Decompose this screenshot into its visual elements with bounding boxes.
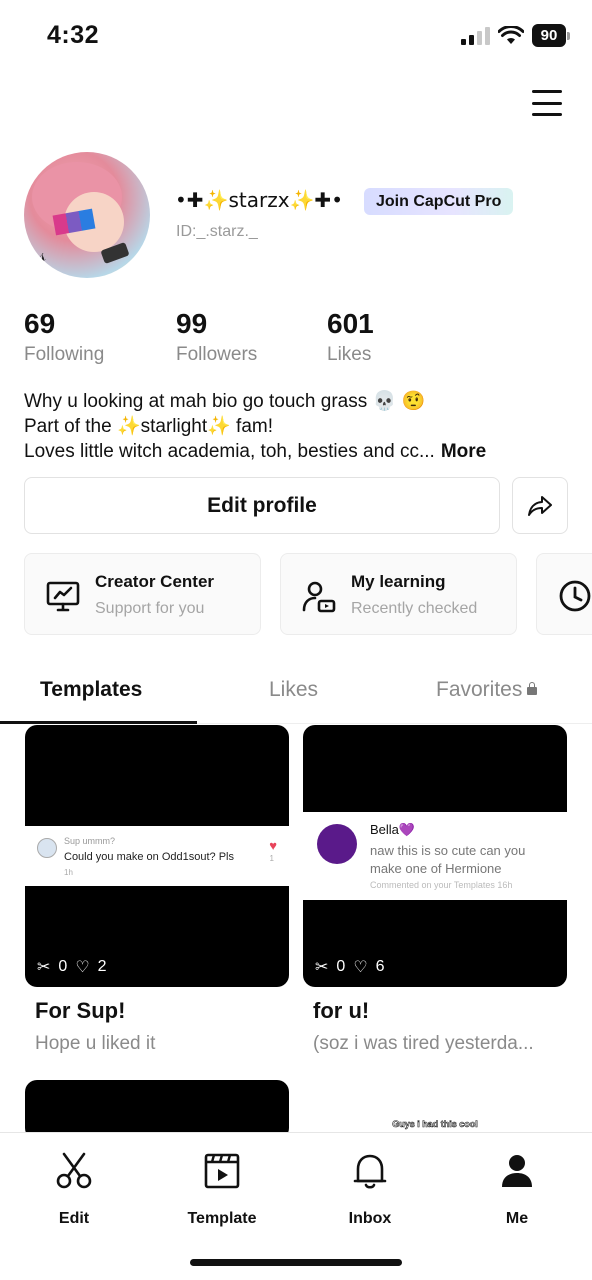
clock-icon [559, 580, 591, 612]
menu-icon[interactable] [532, 90, 562, 116]
nav-edit[interactable]: Edit [24, 1151, 124, 1228]
share-profile-button[interactable] [512, 477, 568, 534]
avatar[interactable]: 𝓈 [24, 152, 150, 278]
status-time: 4:32 [47, 21, 100, 49]
scissors-icon [56, 1152, 92, 1189]
my-learning-card[interactable]: My learning Recently checked [280, 553, 517, 635]
template-subtitle: Hope u liked it [35, 1033, 156, 1054]
stat-label: Following [24, 344, 105, 365]
stat-label: Followers [176, 344, 258, 365]
wifi-icon [498, 25, 524, 44]
comment-preview: Sup ummm? Could you make on Odd1sout? Pl… [25, 826, 289, 886]
comment-author: Sup ummm? [64, 836, 116, 846]
scissors-icon: ✂ [37, 959, 51, 976]
template-thumbnail[interactable]: Bella💜 naw this is so cute can you make … [303, 725, 567, 987]
heart-outline-icon: ♡ [75, 959, 90, 976]
share-icon [528, 495, 552, 516]
template-thumbnail[interactable]: Sup ummm? Could you make on Odd1sout? Pl… [25, 725, 289, 987]
heart-outline-icon: ♡ [353, 959, 368, 976]
bio-line: Part of the ✨starlight✨ fam! [24, 416, 274, 437]
comment-preview: Bella💜 naw this is so cute can you make … [303, 812, 567, 900]
bio-line: Loves little witch academia, toh, bestie… [24, 441, 487, 462]
clapperboard-icon [204, 1153, 240, 1189]
card-title: My learning [351, 572, 446, 591]
edit-profile-button[interactable]: Edit profile [24, 477, 500, 534]
creator-center-card[interactable]: Creator Center Support for you [24, 553, 261, 635]
stat-value: 601 [327, 308, 374, 339]
card-subtitle: Recently checked [351, 600, 478, 617]
bio-more-link[interactable]: More [441, 441, 486, 462]
status-icons: 90 [461, 24, 570, 47]
learner-icon [302, 581, 336, 613]
card-title: Creator Center [95, 572, 215, 591]
bottom-nav: Edit Template Inbox Me [0, 1132, 592, 1280]
template-stats: ✂ 0 ♡ 2 [37, 957, 107, 977]
scissors-icon: ✂ [315, 959, 329, 976]
commenter-avatar [317, 824, 357, 864]
nav-inbox[interactable]: Inbox [320, 1151, 420, 1228]
template-subtitle: (soz i was tired yesterda... [313, 1033, 534, 1054]
battery-icon: 90 [532, 24, 570, 47]
stat-following[interactable]: 69 Following [24, 308, 104, 366]
template-thumbnail[interactable] [25, 1080, 289, 1140]
card-subtitle: Support for you [95, 600, 205, 617]
active-tab-indicator [0, 721, 197, 724]
nav-me[interactable]: Me [467, 1151, 567, 1228]
history-card[interactable] [536, 553, 592, 635]
uses-count: 0 [336, 958, 346, 975]
bio-line: Why u looking at mah bio go touch grass … [24, 391, 426, 412]
heart-icon: ♥ [269, 838, 277, 853]
nav-label: Inbox [348, 1210, 392, 1227]
comment-text: Could you make on Odd1sout? Pls 1h [64, 851, 234, 877]
battery-level: 90 [532, 24, 566, 47]
likes-count: 6 [375, 958, 385, 975]
home-indicator [190, 1259, 402, 1266]
comment-like-count: 1 [269, 854, 274, 863]
template-title: for u! [313, 998, 370, 1023]
bell-icon [353, 1154, 387, 1189]
template-overlay-text: Guys i had this cool [392, 1119, 478, 1130]
stat-likes[interactable]: 601 Likes [327, 308, 374, 366]
lock-icon [527, 682, 538, 695]
comment-text: naw this is so cute can you make one of … [370, 843, 526, 876]
likes-count: 2 [97, 958, 107, 975]
comment-author: Bella💜 [370, 822, 416, 837]
nav-label: Edit [58, 1210, 90, 1227]
template-title: For Sup! [35, 998, 126, 1023]
commenter-avatar [37, 838, 57, 858]
bio: Why u looking at mah bio go touch grass … [24, 389, 564, 464]
content-tabs: Templates Likes Favorites [0, 664, 592, 724]
template-stats: ✂ 0 ♡ 6 [315, 957, 385, 977]
tab-likes[interactable]: Likes [269, 678, 318, 702]
monitor-chart-icon [46, 581, 80, 612]
stat-followers[interactable]: 99 Followers [176, 308, 257, 366]
username: •✚✨starzx✨✚• [175, 188, 343, 212]
stat-value: 99 [176, 308, 208, 339]
user-id: ID:_.starz._ [176, 223, 258, 240]
tab-favorites[interactable]: Favorites [436, 678, 538, 702]
uses-count: 0 [58, 958, 68, 975]
status-bar: 4:32 90 [0, 0, 592, 70]
person-icon [502, 1155, 532, 1187]
cellular-signal-icon [461, 26, 490, 45]
template-thumbnail[interactable]: Guys i had this cool [303, 1080, 567, 1140]
nav-label: Me [505, 1210, 529, 1227]
stat-label: Likes [327, 344, 372, 365]
nav-template[interactable]: Template [172, 1151, 272, 1228]
tab-templates[interactable]: Templates [40, 678, 142, 702]
join-pro-button[interactable]: Join CapCut Pro [364, 188, 514, 215]
stat-value: 69 [24, 308, 56, 339]
comment-meta: Commented on your Templates 16h [370, 880, 513, 890]
nav-label: Template [187, 1210, 257, 1227]
